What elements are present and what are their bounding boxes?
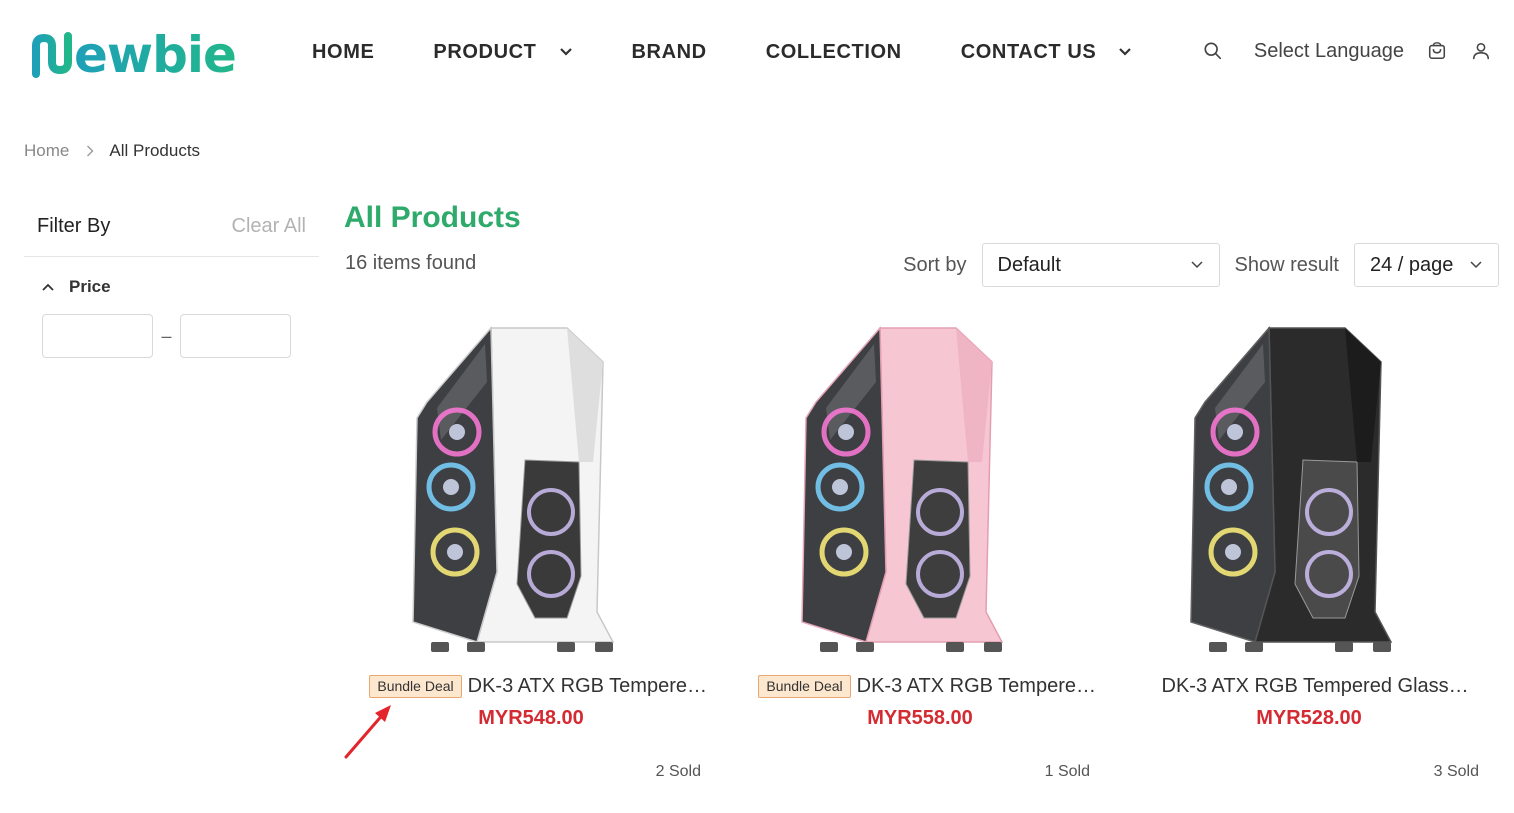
site-header: ewbie HOME PRODUCT BRAND COLLECTION CONT… (0, 0, 1514, 104)
chevron-down-icon (1470, 261, 1482, 269)
nav-collection[interactable]: COLLECTION (766, 41, 902, 64)
product-sold-count: 3 Sold (1433, 763, 1479, 780)
price-filter-toggle[interactable]: Price (24, 277, 319, 297)
breadcrumb-home-link[interactable]: Home (24, 141, 69, 161)
items-found-count: 16 items found (345, 252, 477, 274)
product-title[interactable]: DK-3 ATX RGB Tempered Glass Gaming Case (1162, 675, 1472, 698)
nav-label: CONTACT US (960, 40, 1097, 63)
filter-header: Filter By Clear All (24, 196, 319, 257)
price-range: – (24, 314, 319, 358)
bundle-deal-badge: Bundle Deal (758, 675, 851, 698)
chevron-up-icon (42, 283, 54, 291)
nav-label: PRODUCT (433, 40, 537, 63)
product-title[interactable]: DK-3 ATX RGB Tempered Glass Gaming Case (857, 675, 1097, 698)
product-title-row: DK-3 ATX RGB Tempered Glass Gaming Case (1144, 675, 1489, 698)
price-max-input[interactable] (180, 314, 291, 358)
product-price: MYR548.00 (478, 707, 584, 729)
language-selector[interactable]: Select Language (1254, 40, 1404, 63)
product-price: MYR558.00 (867, 707, 973, 729)
product-title[interactable]: DK-3 ATX RGB Tempered Glass Gaming Case (468, 675, 708, 698)
show-result-label: Show result (1234, 253, 1340, 276)
nav-label: COLLECTION (765, 40, 902, 63)
brand-logo[interactable]: ewbie (30, 26, 237, 84)
chevron-right-icon (87, 145, 94, 157)
product-price: MYR528.00 (1256, 707, 1362, 729)
pc-case-image (801, 326, 1004, 652)
breadcrumb: Home All Products (24, 141, 200, 161)
sort-select-value: Default (997, 253, 1061, 276)
pc-case-image (412, 326, 615, 652)
price-filter-label: Price (69, 277, 111, 296)
chevron-down-icon (1190, 261, 1203, 269)
sort-select[interactable]: Default (981, 243, 1220, 287)
price-min-input[interactable] (42, 314, 153, 358)
product-card[interactable]: Bundle Deal DK-3 ATX RGB Tempered Glass … (734, 318, 1106, 798)
chevron-down-icon (1119, 48, 1132, 56)
clear-all-button[interactable]: Clear All (232, 215, 306, 238)
sort-bar: Sort by Default Show result 24 / page (903, 243, 1499, 287)
nav-brand[interactable]: BRAND (632, 41, 707, 64)
page-size-select[interactable]: 24 / page (1354, 243, 1499, 287)
page-title: All Products (344, 201, 521, 234)
product-title-row: Bundle Deal DK-3 ATX RGB Tempered Glass … (755, 675, 1100, 698)
nav-contact-us[interactable]: CONTACT US (961, 41, 1133, 64)
search-icon[interactable] (1202, 40, 1224, 62)
main-nav: HOME PRODUCT BRAND COLLECTION CONTACT US (312, 38, 1191, 66)
cart-icon[interactable] (1426, 40, 1448, 62)
price-range-separator: – (161, 325, 172, 346)
logo-text: ewbie (74, 26, 237, 84)
product-card[interactable]: DK-3 ATX RGB Tempered Glass Gaming Case … (1123, 318, 1495, 798)
filter-title: Filter By (37, 214, 111, 237)
sort-label: Sort by (903, 253, 967, 276)
chevron-down-icon (559, 48, 572, 56)
nav-home[interactable]: HOME (312, 41, 374, 64)
product-title-row: Bundle Deal DK-3 ATX RGB Tempered Glass … (366, 675, 711, 698)
nav-label: HOME (312, 40, 375, 63)
user-icon[interactable] (1470, 40, 1492, 62)
nav-label: BRAND (631, 40, 707, 63)
product-sold-count: 2 Sold (655, 763, 701, 780)
breadcrumb-current: All Products (109, 141, 201, 160)
product-card[interactable]: Bundle Deal DK-3 ATX RGB Tempered Glass … (345, 318, 717, 798)
logo-mark-icon (32, 32, 72, 78)
filter-sidebar: Filter By Clear All Price – (24, 196, 319, 358)
product-sold-count: 1 Sold (1044, 763, 1090, 780)
nav-product[interactable]: PRODUCT (433, 41, 572, 64)
bundle-deal-badge: Bundle Deal (369, 675, 462, 698)
page-size-value: 24 / page (1370, 253, 1454, 276)
pc-case-image (1190, 326, 1393, 652)
annotation-arrow-icon (344, 705, 391, 759)
header-actions: Select Language (1202, 36, 1492, 66)
